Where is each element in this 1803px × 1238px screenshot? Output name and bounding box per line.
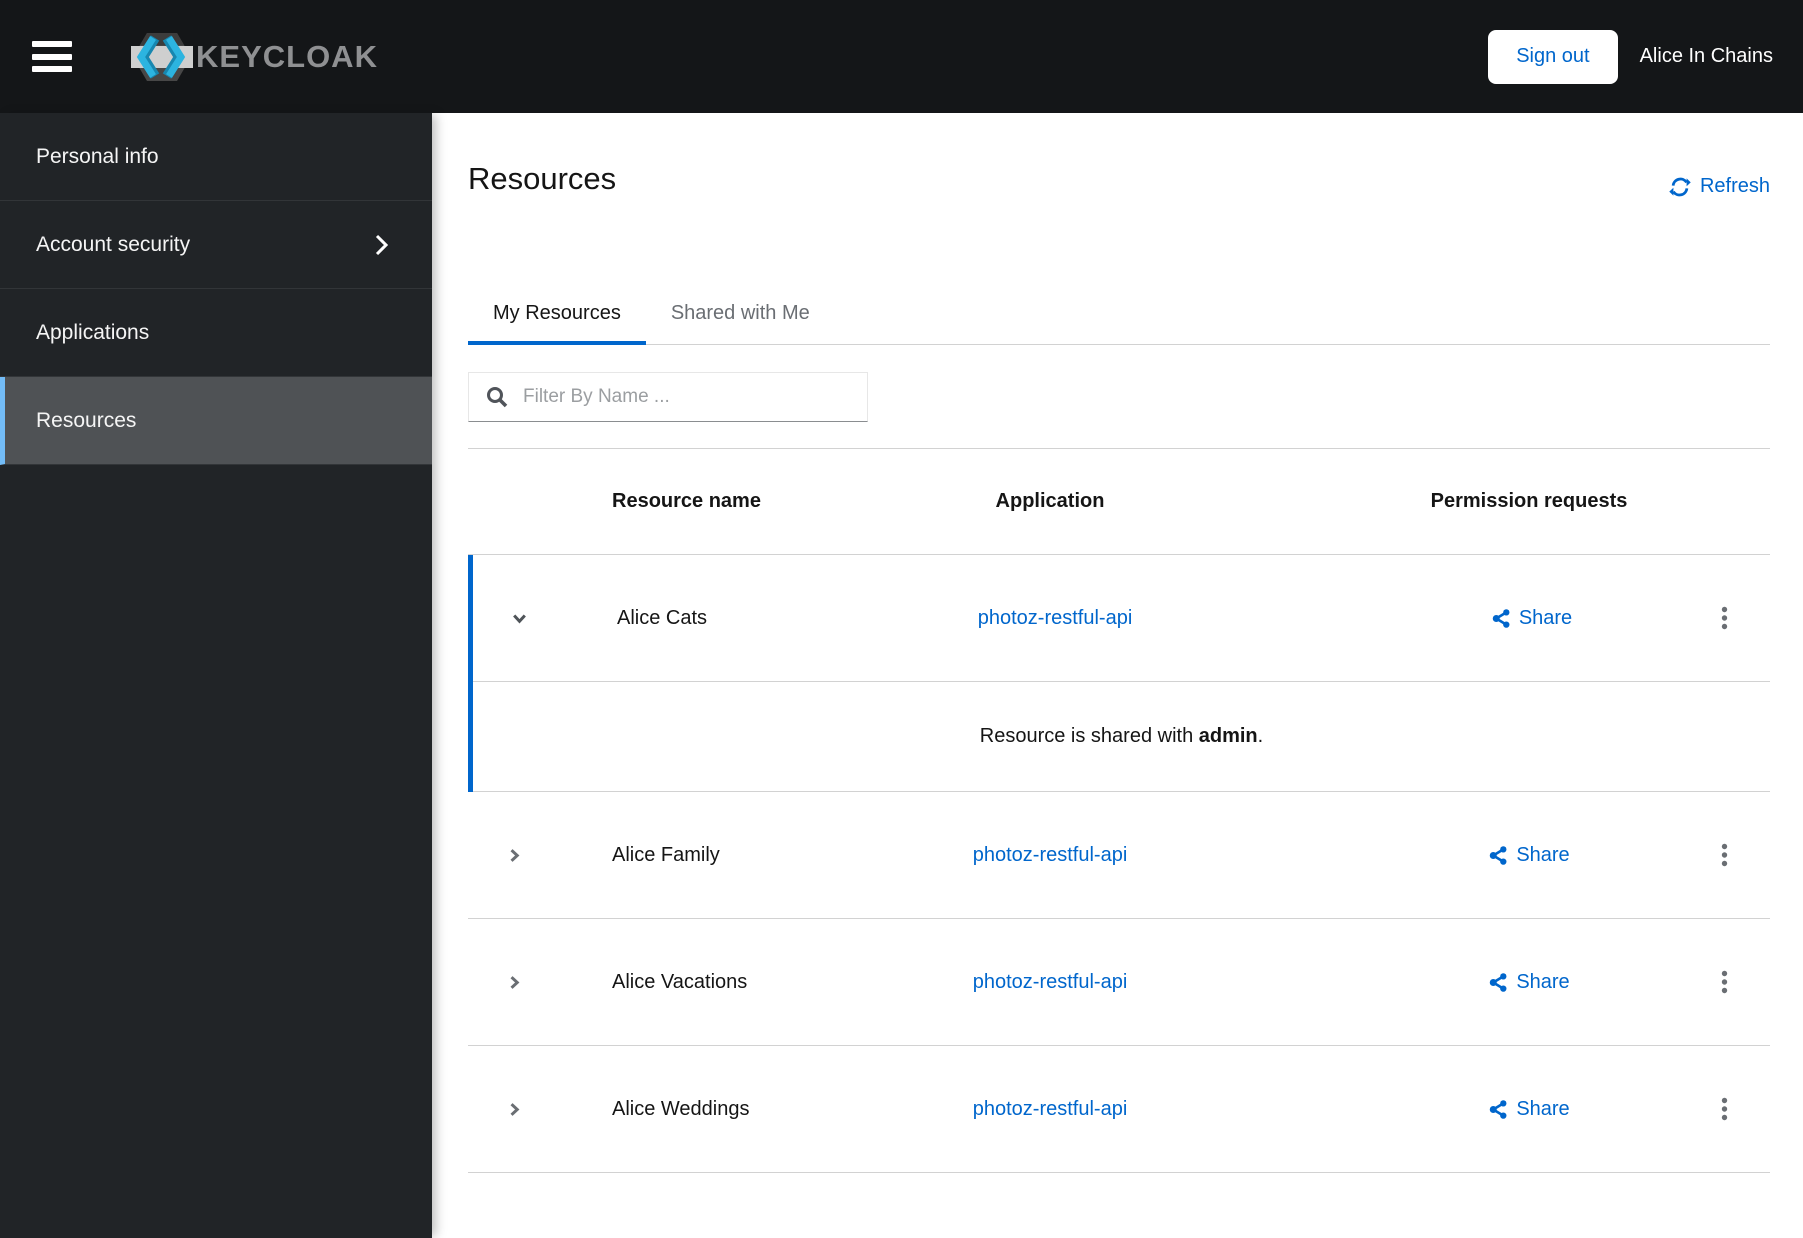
collapse-toggle-icon[interactable]	[473, 596, 565, 640]
table-row-expanded: Alice Cats photoz-restful-api Share	[468, 555, 1770, 792]
kebab-menu-button[interactable]	[1709, 598, 1740, 638]
expand-toggle-icon[interactable]	[468, 960, 560, 1004]
sidebar-item-account-security[interactable]: Account security	[0, 201, 432, 289]
sidebar-item-label: Account security	[36, 233, 190, 257]
expand-toggle-icon[interactable]	[468, 1087, 560, 1131]
resource-name: Alice Family	[560, 844, 890, 867]
table-row: Alice Cats photoz-restful-api Share	[473, 555, 1770, 682]
shared-message-suffix: .	[1258, 725, 1264, 747]
share-icon	[1491, 608, 1512, 629]
sidebar-item-resources[interactable]: Resources	[0, 377, 432, 465]
sidebar-nav: Personal info Account security Applicati…	[0, 113, 432, 1238]
sidebar-item-label: Personal info	[36, 145, 159, 169]
masthead-right: Sign out Alice In Chains	[1488, 30, 1773, 84]
kebab-menu-button[interactable]	[1709, 1089, 1740, 1129]
tab-my-resources[interactable]: My Resources	[468, 302, 646, 345]
share-button[interactable]: Share	[1488, 971, 1569, 994]
expand-toggle-icon[interactable]	[468, 833, 560, 877]
page-header: Resources Refresh	[468, 113, 1770, 198]
sidebar-item-personal-info[interactable]: Personal info	[0, 113, 432, 201]
chevron-right-icon	[506, 1101, 523, 1118]
filter-by-name-input[interactable]	[468, 372, 868, 422]
kebab-icon	[1721, 970, 1728, 994]
share-icon	[1488, 1099, 1509, 1120]
main-content: Resources Refresh My Resources Shared wi…	[432, 113, 1803, 1238]
keycloak-logo-text: KEYCLOAK	[196, 39, 378, 75]
table-header-row: Resource name Application Permission req…	[468, 449, 1770, 555]
share-icon	[1488, 845, 1509, 866]
kebab-menu-button[interactable]	[1709, 962, 1740, 1002]
resource-name: Alice Cats	[565, 607, 895, 630]
application-link[interactable]: photoz-restful-api	[973, 971, 1128, 993]
sidebar-item-label: Applications	[36, 321, 149, 345]
table-row: Alice Weddings photoz-restful-api Share	[468, 1046, 1770, 1173]
share-icon	[1488, 972, 1509, 993]
chevron-right-icon	[506, 974, 523, 991]
table-row: Alice Vacations photoz-restful-api Share	[468, 919, 1770, 1046]
shared-with-user: admin	[1199, 725, 1258, 747]
kebab-menu-button[interactable]	[1709, 835, 1740, 875]
page-title: Resources	[468, 159, 616, 198]
chevron-right-icon	[375, 234, 388, 256]
share-label: Share	[1516, 1098, 1569, 1121]
sign-out-button[interactable]: Sign out	[1488, 30, 1617, 84]
refresh-label: Refresh	[1700, 175, 1770, 198]
kebab-icon	[1721, 843, 1728, 867]
sidebar-item-label: Resources	[36, 409, 136, 433]
shared-message-prefix: Resource is shared with	[980, 725, 1199, 747]
application-link[interactable]: photoz-restful-api	[973, 1098, 1128, 1120]
masthead: KEYCLOAK Sign out Alice In Chains	[0, 0, 1803, 113]
share-label: Share	[1516, 971, 1569, 994]
nav-toggle-button[interactable]	[32, 41, 72, 72]
application-link[interactable]: photoz-restful-api	[978, 607, 1133, 629]
logged-in-username: Alice In Chains	[1640, 45, 1773, 68]
column-header-resource-name: Resource name	[560, 490, 890, 513]
resource-name: Alice Weddings	[560, 1098, 890, 1121]
resource-name: Alice Vacations	[560, 971, 890, 994]
table-row: Alice Family photoz-restful-api Share	[468, 792, 1770, 919]
sidebar-item-applications[interactable]: Applications	[0, 289, 432, 377]
share-button[interactable]: Share	[1491, 607, 1572, 630]
keycloak-logo: KEYCLOAK	[130, 25, 378, 89]
share-label: Share	[1519, 607, 1572, 630]
kebab-icon	[1721, 606, 1728, 630]
search-icon	[485, 385, 509, 409]
refresh-icon	[1669, 176, 1691, 198]
share-button[interactable]: Share	[1488, 844, 1569, 867]
share-button[interactable]: Share	[1488, 1098, 1569, 1121]
kebab-icon	[1721, 1097, 1728, 1121]
refresh-button[interactable]: Refresh	[1669, 175, 1770, 198]
filter-field	[468, 372, 868, 422]
application-link[interactable]: photoz-restful-api	[973, 844, 1128, 866]
tabs: My Resources Shared with Me	[468, 302, 1770, 345]
column-header-permission-requests: Permission requests	[1210, 490, 1678, 513]
chevron-down-icon	[511, 610, 528, 627]
resource-shared-with-message: Resource is shared with admin.	[473, 682, 1770, 792]
keycloak-logo-icon	[130, 25, 194, 89]
share-label: Share	[1516, 844, 1569, 867]
tab-shared-with-me[interactable]: Shared with Me	[646, 302, 835, 345]
chevron-right-icon	[506, 847, 523, 864]
column-header-application: Application	[890, 490, 1210, 513]
